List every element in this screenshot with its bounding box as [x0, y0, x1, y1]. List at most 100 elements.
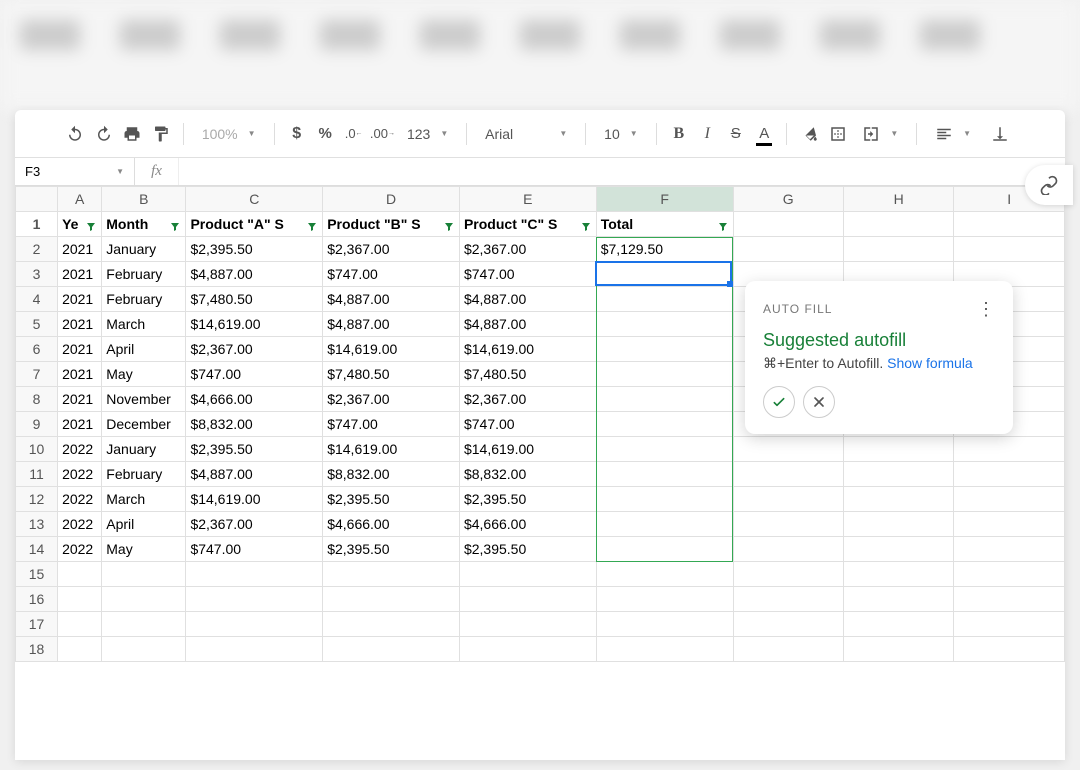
cell[interactable]: $4,887.00 [186, 462, 323, 487]
cell[interactable]: 2022 [58, 537, 102, 562]
cell[interactable]: $7,480.50 [459, 362, 596, 387]
cell[interactable]: $4,887.00 [323, 287, 460, 312]
cell[interactable] [843, 237, 953, 262]
cell[interactable] [954, 487, 1065, 512]
row-header-3[interactable]: 3 [16, 262, 58, 287]
column-header-C[interactable]: C [186, 187, 323, 212]
cell[interactable]: 2021 [58, 312, 102, 337]
cell[interactable]: $2,395.50 [186, 437, 323, 462]
column-header-D[interactable]: D [323, 187, 460, 212]
vertical-align-dropdown[interactable] [983, 120, 1017, 148]
cell[interactable]: March [102, 487, 186, 512]
cell[interactable]: $2,395.50 [323, 487, 460, 512]
formula-input[interactable] [179, 158, 1065, 185]
cell[interactable] [954, 212, 1065, 237]
cell[interactable] [954, 512, 1065, 537]
cell[interactable] [102, 562, 186, 587]
cell[interactable]: 2022 [58, 512, 102, 537]
cell[interactable] [323, 612, 460, 637]
header-cell[interactable]: Month [102, 212, 186, 237]
cell[interactable] [102, 612, 186, 637]
cell[interactable] [954, 587, 1065, 612]
filter-icon[interactable] [306, 220, 318, 232]
bold-button[interactable]: B [667, 120, 691, 148]
column-header-H[interactable]: H [843, 187, 953, 212]
cell[interactable]: February [102, 462, 186, 487]
cell[interactable] [596, 637, 733, 662]
borders-button[interactable] [826, 120, 850, 148]
row-header-6[interactable]: 6 [16, 337, 58, 362]
cell[interactable]: 2021 [58, 262, 102, 287]
cell[interactable] [843, 462, 953, 487]
cell[interactable] [733, 587, 843, 612]
column-header-E[interactable]: E [459, 187, 596, 212]
cell[interactable] [596, 337, 733, 362]
cell[interactable] [733, 512, 843, 537]
font-dropdown[interactable]: Arial▼ [477, 120, 575, 148]
cell[interactable]: 2021 [58, 387, 102, 412]
cell[interactable] [186, 637, 323, 662]
cell[interactable] [843, 212, 953, 237]
cell[interactable] [954, 562, 1065, 587]
cell[interactable] [954, 537, 1065, 562]
percent-button[interactable]: % [313, 120, 337, 148]
cell[interactable]: $14,619.00 [186, 487, 323, 512]
row-header-10[interactable]: 10 [16, 437, 58, 462]
cell[interactable] [843, 562, 953, 587]
cell[interactable]: 2021 [58, 362, 102, 387]
cell[interactable]: 2022 [58, 462, 102, 487]
cell[interactable] [58, 562, 102, 587]
row-header-2[interactable]: 2 [16, 237, 58, 262]
cell[interactable]: March [102, 312, 186, 337]
cell[interactable]: $14,619.00 [186, 312, 323, 337]
cell[interactable] [186, 587, 323, 612]
cell[interactable] [733, 487, 843, 512]
cell[interactable]: $14,619.00 [459, 337, 596, 362]
filter-icon[interactable] [580, 220, 592, 232]
row-header-17[interactable]: 17 [16, 612, 58, 637]
cell[interactable]: $4,666.00 [186, 387, 323, 412]
cell[interactable] [459, 612, 596, 637]
cell[interactable]: $14,619.00 [459, 437, 596, 462]
cell[interactable] [733, 612, 843, 637]
print-button[interactable] [120, 120, 144, 148]
row-header-16[interactable]: 16 [16, 587, 58, 612]
text-color-button[interactable]: A [752, 120, 776, 148]
row-header-14[interactable]: 14 [16, 537, 58, 562]
increase-decimal-button[interactable]: .00→ [370, 120, 395, 148]
insert-link-chip[interactable] [1025, 165, 1073, 205]
cell[interactable] [596, 362, 733, 387]
cell[interactable] [733, 237, 843, 262]
cell[interactable] [843, 512, 953, 537]
cell[interactable] [954, 437, 1065, 462]
cell[interactable]: April [102, 337, 186, 362]
header-cell[interactable]: Product "C" S [459, 212, 596, 237]
cell[interactable] [58, 612, 102, 637]
fill-color-button[interactable] [797, 120, 821, 148]
cell[interactable]: $4,887.00 [323, 312, 460, 337]
cell[interactable] [186, 562, 323, 587]
cell[interactable]: $747.00 [459, 262, 596, 287]
filter-icon[interactable] [85, 220, 97, 232]
cell[interactable] [954, 237, 1065, 262]
zoom-dropdown[interactable]: 100%▼ [194, 120, 264, 148]
cell[interactable] [459, 587, 596, 612]
cell[interactable]: $8,832.00 [459, 462, 596, 487]
cell[interactable]: $2,367.00 [186, 512, 323, 537]
select-all-cell[interactable] [16, 187, 58, 212]
strikethrough-button[interactable]: S [724, 120, 748, 148]
cell[interactable] [596, 312, 733, 337]
column-header-G[interactable]: G [733, 187, 843, 212]
row-header-15[interactable]: 15 [16, 562, 58, 587]
cell[interactable]: $747.00 [323, 262, 460, 287]
cell[interactable]: 2022 [58, 437, 102, 462]
cell[interactable]: $7,480.50 [323, 362, 460, 387]
filter-icon[interactable] [443, 220, 455, 232]
paint-format-button[interactable] [148, 120, 172, 148]
cell[interactable]: November [102, 387, 186, 412]
cell[interactable]: May [102, 362, 186, 387]
cell[interactable]: $747.00 [186, 362, 323, 387]
accept-autofill-button[interactable] [763, 386, 795, 418]
cell[interactable]: $4,887.00 [186, 262, 323, 287]
row-header-7[interactable]: 7 [16, 362, 58, 387]
